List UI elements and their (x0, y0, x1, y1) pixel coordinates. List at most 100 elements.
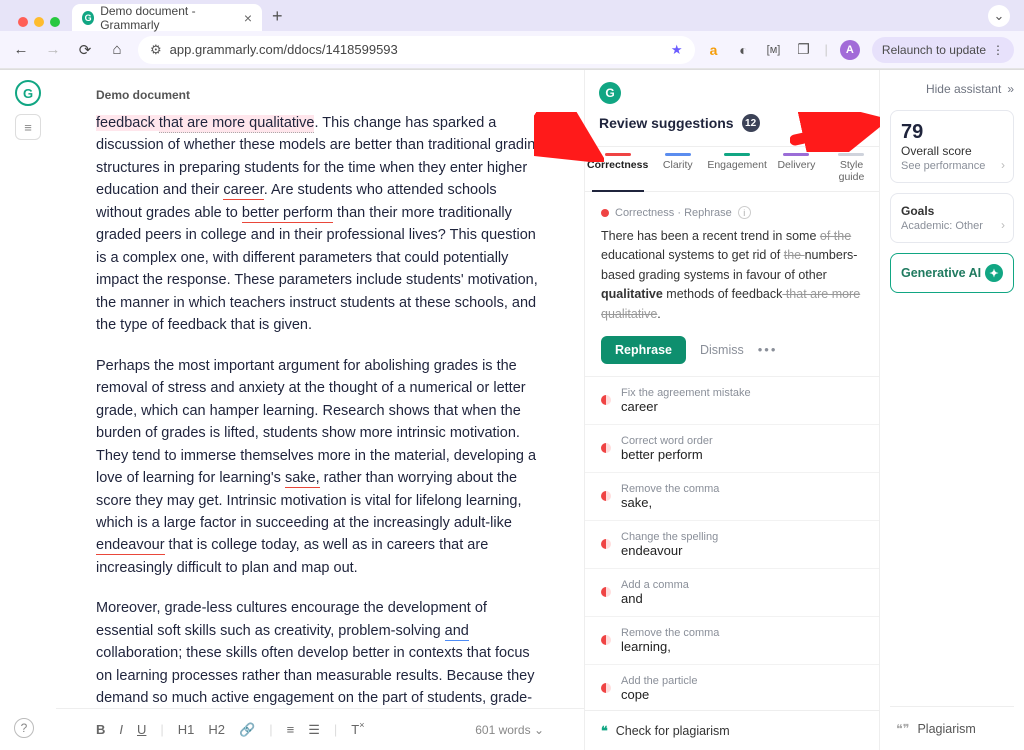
address-bar: ← → ⟳ ⌂ ⚙ app.grammarly.com/ddocs/141859… (0, 31, 1024, 69)
minimize-window-dot[interactable] (34, 17, 44, 27)
paragraph-2: Perhaps the most important argument for … (96, 355, 544, 580)
suggestion-actions: Rephrase Dismiss ••• (601, 336, 863, 364)
generative-ai-button[interactable]: Generative AI ✦ (890, 253, 1014, 293)
ext-matrix-icon[interactable]: [м] (765, 44, 783, 56)
goals-title: Goals (901, 204, 1003, 218)
suggestions-body: Correctness · Rephrase i There has been … (585, 192, 879, 710)
suggestion-value: better perform (621, 447, 713, 462)
check-plagiarism-button[interactable]: ❝ Check for plagiarism (585, 710, 879, 750)
goals-card[interactable]: Goals Academic: Other › (890, 193, 1014, 243)
home-icon[interactable]: ⌂ (106, 41, 128, 58)
back-icon[interactable]: ← (10, 41, 32, 58)
plagiarism-footer-button[interactable]: ❝❞ Plagiarism (890, 706, 1014, 750)
suggestion-value: career (621, 399, 751, 414)
dismiss-button[interactable]: Dismiss (700, 343, 744, 357)
document-body[interactable]: feedback that are more qualitative. This… (56, 102, 584, 708)
half-dot-icon (601, 395, 611, 405)
suggestion-value: cope (621, 687, 697, 702)
suggestion-item[interactable]: Correct word orderbetter perform (585, 425, 879, 473)
half-dot-icon (601, 635, 611, 645)
url-input[interactable]: ⚙ app.grammarly.com/ddocs/1418599593 ★ (138, 36, 695, 64)
ext-amazon-icon[interactable]: a (705, 42, 723, 58)
new-tab-button[interactable]: + (264, 6, 291, 27)
close-window-dot[interactable] (18, 17, 28, 27)
link-button[interactable]: 🔗 (239, 722, 255, 738)
editor-column: Demo document feedback that are more qua… (56, 70, 584, 750)
suggestion-value: endeavour (621, 543, 718, 558)
tab-title: Demo document - Grammarly (100, 4, 238, 32)
sparkle-icon: ✦ (985, 264, 1003, 282)
relaunch-button[interactable]: Relaunch to update ⋮ (872, 37, 1014, 63)
close-tab-icon[interactable]: × (244, 10, 252, 26)
bold-button[interactable]: B (96, 722, 105, 737)
outline-toggle-icon[interactable]: ≡ (15, 114, 41, 140)
suggestions-header: G Review suggestions 12 (585, 70, 879, 136)
suggestion-item[interactable]: Add a commaand (585, 569, 879, 617)
half-dot-icon (601, 587, 611, 597)
quotes-outline-icon: ❝❞ (896, 721, 909, 736)
clear-formatting-button[interactable]: T× (351, 722, 359, 737)
chevron-right-icon: › (1001, 218, 1005, 232)
tab-clarity[interactable]: Clarity (650, 147, 705, 191)
h2-button[interactable]: H2 (208, 722, 225, 737)
suggestion-item[interactable]: Remove the commalearning, (585, 617, 879, 665)
score-value: 79 (901, 121, 1003, 144)
suggestion-item[interactable]: Change the spellingendeavour (585, 521, 879, 569)
more-actions-icon[interactable]: ••• (758, 342, 778, 357)
suggestion-hint: Add a comma (621, 579, 689, 591)
numbered-list-button[interactable]: ≡ (287, 722, 295, 737)
tab-correctness[interactable]: Correctness (585, 147, 650, 191)
extensions-menu-icon[interactable]: ❐ (795, 41, 813, 58)
tab-delivery[interactable]: Delivery (769, 147, 824, 191)
forward-icon: → (42, 41, 64, 58)
suggestion-hint: Change the spelling (621, 531, 718, 543)
tab-engagement[interactable]: Engagement (705, 147, 769, 191)
word-count[interactable]: 601 words ⌄ (475, 723, 544, 737)
suggestion-hint: Fix the agreement mistake (621, 387, 751, 399)
bookmark-star-icon[interactable]: ★ (671, 42, 683, 58)
italic-button[interactable]: I (119, 722, 123, 737)
tab-style-guide[interactable]: Style guide (824, 147, 879, 191)
h1-button[interactable]: H1 (178, 722, 195, 737)
suggestion-item[interactable]: Add the particlecope (585, 665, 879, 710)
browser-tab[interactable]: G Demo document - Grammarly × (72, 4, 262, 31)
quotes-icon: ❝ (601, 723, 608, 738)
rephrase-button[interactable]: Rephrase (601, 336, 686, 364)
suggestions-count-badge: 12 (742, 114, 760, 132)
editor-toolbar: B I U | H1 H2 🔗 | ≡ ☰ | T× 601 words ⌄ (56, 708, 584, 750)
suggestion-hint: Correct word order (621, 435, 713, 447)
document-title[interactable]: Demo document (56, 70, 584, 102)
suggestion-text: There has been a recent trend in some of… (601, 227, 863, 324)
info-icon[interactable]: i (738, 206, 751, 219)
left-rail: G ≡ (0, 70, 56, 750)
suggestion-item[interactable]: Remove the commasake, (585, 473, 879, 521)
suggestion-type-label: Correctness · Rephrase i (601, 206, 863, 219)
half-dot-icon (601, 491, 611, 501)
panel-logo-icon: G (599, 82, 621, 104)
browser-chrome: G Demo document - Grammarly × + ⌄ ← → ⟳ … (0, 0, 1024, 70)
overall-score-card[interactable]: 79 Overall score See performance › (890, 110, 1014, 183)
url-text: app.grammarly.com/ddocs/1418599593 (170, 42, 398, 57)
bulleted-list-button[interactable]: ☰ (308, 722, 320, 738)
site-settings-icon[interactable]: ⚙ (150, 42, 162, 58)
grammarly-logo-icon[interactable]: G (15, 80, 41, 106)
suggestion-list: Fix the agreement mistakecareerCorrect w… (585, 377, 879, 710)
underline-button[interactable]: U (137, 722, 146, 737)
chevron-double-right-icon: » (1007, 82, 1014, 96)
chevron-right-icon: › (1001, 158, 1005, 172)
profile-avatar[interactable]: A (840, 40, 860, 60)
suggestion-item[interactable]: Fix the agreement mistakecareer (585, 377, 879, 425)
help-icon[interactable]: ? (14, 718, 34, 738)
score-label: Overall score (901, 144, 1003, 158)
suggestion-hint: Remove the comma (621, 627, 719, 639)
reload-icon[interactable]: ⟳ (74, 41, 96, 59)
generative-ai-label: Generative AI (901, 266, 981, 280)
suggestion-value: and (621, 591, 689, 606)
maximize-window-dot[interactable] (50, 17, 60, 27)
ext-dark-icon[interactable]: ◐ (735, 42, 753, 58)
suggestion-hint: Remove the comma (621, 483, 719, 495)
tab-overflow-icon[interactable]: ⌄ (988, 5, 1010, 27)
grammarly-favicon: G (82, 11, 94, 25)
hide-assistant-button[interactable]: Hide assistant » (926, 82, 1014, 100)
score-hint: See performance (901, 160, 1003, 172)
